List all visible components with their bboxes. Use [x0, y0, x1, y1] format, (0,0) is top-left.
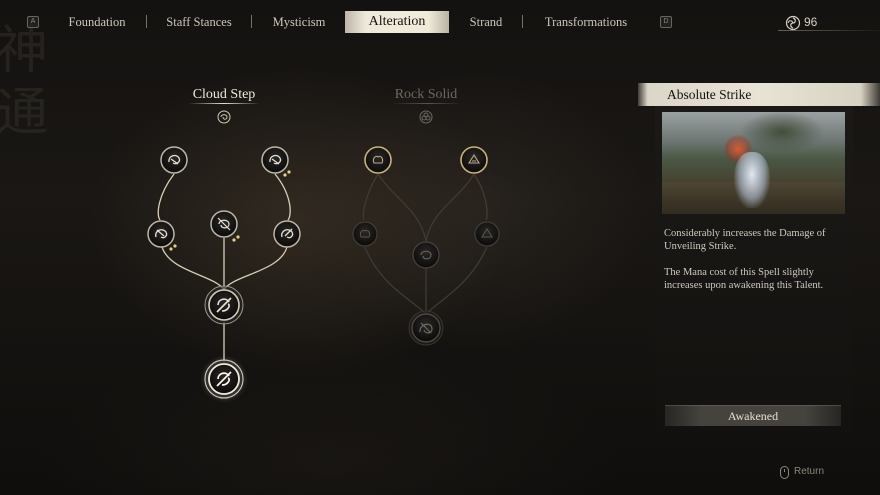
talent-node-cloud-step-mid-left[interactable]	[147, 220, 175, 248]
talent-node-rock-solid-lower[interactable]	[408, 310, 444, 346]
cloud-step-connections	[157, 173, 291, 362]
preview-spirit-figure	[734, 152, 770, 208]
talent-node-rock-solid-mid-center[interactable]	[412, 241, 440, 269]
talent-description-effect: Considerably increases the Damage of Unv…	[664, 228, 826, 252]
mouse-right-click-icon	[780, 466, 789, 479]
game-screen: 神通 A Foundation Staff Stances Mysticism …	[0, 0, 880, 495]
talent-description-cost: The Mana cost of this Spell slightly inc…	[664, 267, 824, 291]
talent-preview-image	[662, 112, 845, 214]
cloud-step-icon	[217, 110, 231, 124]
talent-rank-dots	[169, 170, 291, 251]
talent-node-cloud-step-lower[interactable]	[204, 285, 244, 325]
talent-node-rock-solid-mid-right[interactable]	[474, 221, 500, 247]
rock-solid-icon	[419, 110, 433, 124]
talent-node-rock-solid-top-left[interactable]	[364, 146, 392, 174]
talent-node-cloud-step-top-right[interactable]	[261, 146, 289, 174]
talent-detail-header: Absolute Strike	[638, 83, 880, 106]
talent-node-cloud-step-mid-center[interactable]	[210, 210, 238, 238]
talent-node-cloud-step-top-left[interactable]	[160, 146, 188, 174]
talent-node-rock-solid-top-right[interactable]	[460, 146, 488, 174]
talent-node-cloud-step-mid-right[interactable]	[273, 220, 301, 248]
talent-detail-title: Absolute Strike	[667, 87, 752, 102]
return-label: Return	[794, 466, 825, 477]
talent-node-absolute-strike[interactable]	[200, 355, 248, 403]
awakened-status-button[interactable]: Awakened	[665, 405, 841, 426]
talent-node-rock-solid-mid-left[interactable]	[352, 221, 378, 247]
